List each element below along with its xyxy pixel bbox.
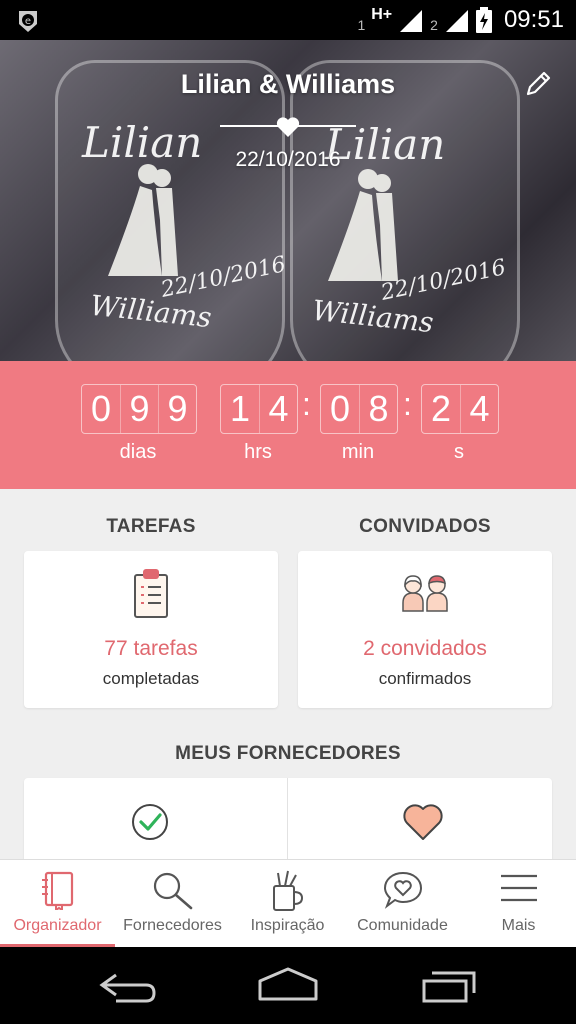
countdown-digit: 9 — [158, 385, 196, 433]
countdown-hours: 1 4 — [220, 384, 298, 434]
tasks-count: 77 tarefas — [104, 637, 198, 660]
vendors-card — [24, 778, 552, 859]
vendors-hired-tile[interactable] — [24, 778, 287, 859]
status-bar: e 1 H+ 2 09:51 — [0, 0, 576, 40]
hero-banner: Lilian Lilian 22/10/2016 22/10/2016 Will… — [0, 40, 576, 361]
guests-subtitle: confirmados — [378, 669, 472, 688]
search-icon — [153, 872, 192, 910]
notebook-icon — [41, 871, 73, 910]
countdown-seconds: 2 4 — [421, 384, 499, 434]
svg-text:e: e — [25, 16, 31, 27]
clock: 09:51 — [503, 6, 564, 33]
nav-inspiracao[interactable]: Inspiração — [230, 860, 345, 948]
couple-silhouette-icon — [108, 164, 178, 276]
chat-heart-icon — [383, 871, 422, 909]
tasks-card[interactable]: 77 tarefas completadas — [24, 551, 278, 708]
nav-organizador[interactable]: Organizador — [0, 860, 115, 948]
countdown-separator: : — [403, 386, 412, 422]
tasks-subtitle: completadas — [102, 669, 200, 688]
countdown-timer: 0 9 9 1 4 : 0 8 : 2 4 dias hrs min s — [0, 361, 576, 489]
home-icon[interactable] — [256, 965, 320, 1005]
bottom-navigation: Organizador Fornecedores Inspiração Comu… — [0, 859, 576, 948]
app-notification-icon: e — [19, 11, 37, 32]
countdown-label-hours: hrs — [244, 441, 272, 463]
countdown-minutes: 0 8 — [320, 384, 398, 434]
edit-pencil-icon[interactable] — [522, 68, 554, 100]
countdown-digit: 1 — [229, 388, 251, 429]
countdown-separator: : — [302, 386, 311, 422]
countdown-digit: 9 — [120, 385, 158, 433]
vendors-heading: MEUS FORNECEDORES — [175, 743, 401, 764]
guests-count: 2 convidados — [363, 637, 487, 660]
back-icon[interactable] — [96, 965, 160, 1005]
countdown-label-seconds: s — [454, 441, 464, 463]
dashboard-content: TAREFAS CONVIDADOS 77 tarefas completada… — [0, 489, 576, 859]
nav-label: Organizador — [13, 917, 102, 934]
countdown-days: 0 9 9 — [81, 384, 197, 434]
countdown-digit: 0 — [329, 388, 351, 429]
countdown-digit: 8 — [359, 385, 397, 433]
nav-fornecedores[interactable]: Fornecedores — [115, 860, 230, 948]
sim2-label: 2 — [430, 17, 438, 33]
vendors-favorites-tile[interactable] — [288, 778, 552, 859]
brush-cup-icon — [272, 870, 303, 911]
menu-icon — [500, 874, 537, 902]
guests-heading: CONVIDADOS — [359, 516, 491, 537]
guests-card[interactable]: 2 convidados confirmados — [298, 551, 552, 708]
clipboard-checklist-icon — [134, 569, 168, 618]
battery-charging-icon — [475, 7, 492, 33]
countdown-label-minutes: min — [341, 441, 375, 463]
tasks-heading: TAREFAS — [106, 516, 196, 537]
couple-silhouette-icon — [328, 169, 398, 281]
guests-couple-icon — [402, 575, 448, 612]
countdown-digit: 4 — [460, 385, 498, 433]
nav-label: Mais — [501, 917, 536, 934]
nav-comunidade[interactable]: Comunidade — [345, 860, 460, 948]
heart-divider-icon — [220, 117, 356, 137]
countdown-digit: 4 — [259, 385, 297, 433]
network-type: H+ — [371, 6, 393, 23]
wedding-date: 22/10/2016 — [235, 148, 341, 171]
signal-icon — [400, 10, 423, 32]
signal-icon — [445, 10, 468, 32]
recent-apps-icon[interactable] — [418, 965, 482, 1005]
countdown-digit: 2 — [430, 388, 452, 429]
check-circle-icon — [132, 804, 168, 840]
nav-label: Comunidade — [357, 917, 448, 934]
nav-label: Inspiração — [250, 917, 325, 934]
nav-label: Fornecedores — [123, 917, 222, 934]
nav-mais[interactable]: Mais — [461, 860, 576, 948]
heart-icon — [403, 804, 443, 840]
system-navigation-bar — [0, 947, 576, 1024]
couple-names: Lilian & Williams — [180, 69, 396, 99]
countdown-digit: 0 — [90, 388, 112, 429]
sim1-label: 1 — [357, 17, 366, 33]
countdown-label-days: dias — [119, 441, 157, 463]
